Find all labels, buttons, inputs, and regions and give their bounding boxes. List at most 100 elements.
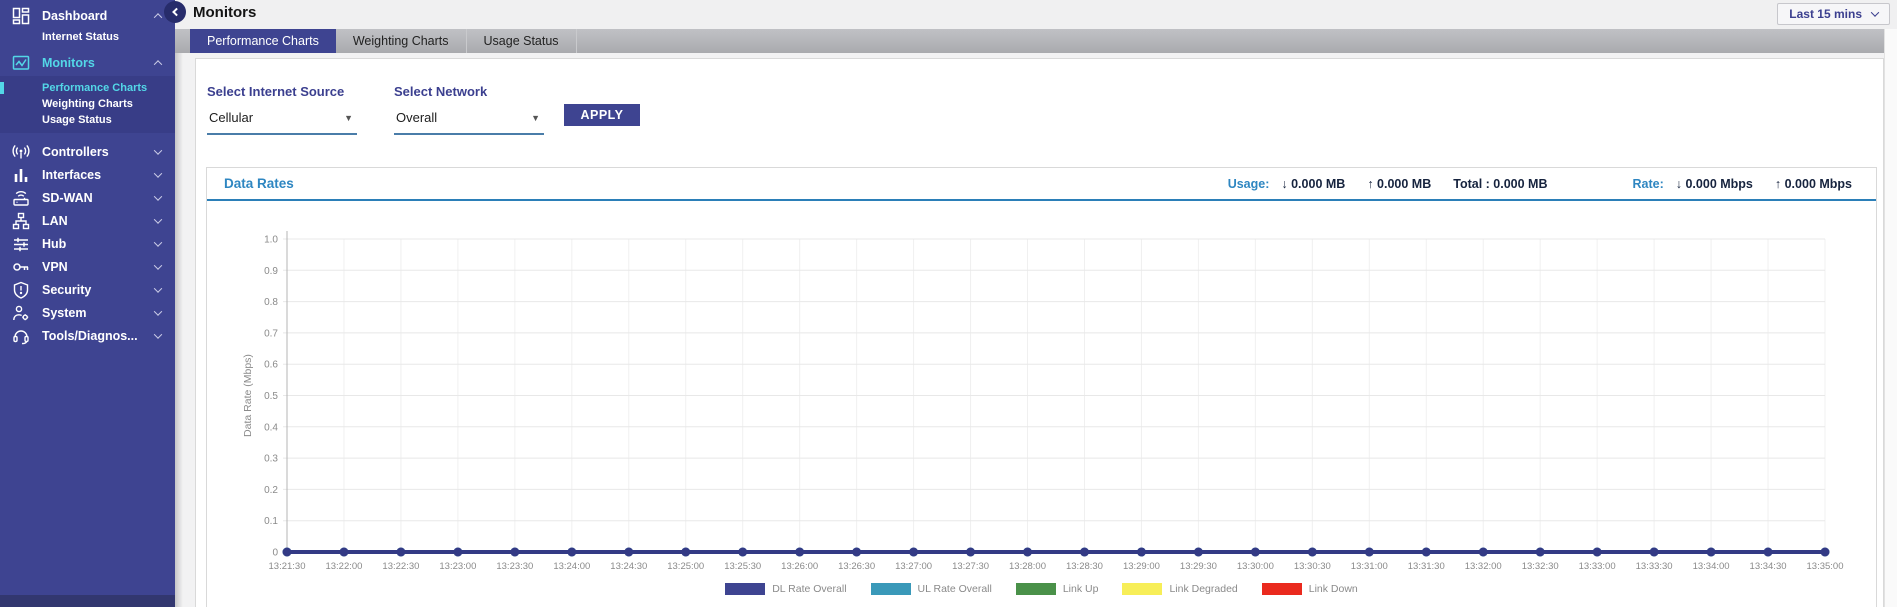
svg-text:0.5: 0.5 (264, 391, 278, 402)
vertical-scrollbar[interactable] (1884, 29, 1897, 607)
svg-text:Data Rate (Mbps): Data Rate (Mbps) (242, 354, 254, 437)
internet-source-group: Select Internet Source Cellular ▼ (207, 84, 357, 135)
sidebar-item-label: VPN (42, 260, 68, 274)
sidebar-item-system[interactable]: System (0, 301, 175, 324)
performance-charts-panel: Select Internet Source Cellular ▼ Select… (195, 58, 1884, 607)
svg-text:13:26:00: 13:26:00 (781, 561, 818, 572)
sidebar-item-label: Interfaces (42, 168, 101, 182)
dashboard-icon (12, 7, 30, 25)
network-select[interactable]: Overall ▼ (394, 108, 544, 135)
sidebar-item-vpn[interactable]: VPN (0, 255, 175, 278)
svg-text:13:34:00: 13:34:00 (1693, 561, 1730, 572)
svg-text:13:31:30: 13:31:30 (1408, 561, 1445, 572)
dropdown-arrow-icon: ▼ (344, 113, 353, 123)
svg-text:13:28:30: 13:28:30 (1066, 561, 1103, 572)
apply-button[interactable]: APPLY (564, 104, 640, 126)
network-value: Overall (396, 110, 437, 125)
sidebar-item-security[interactable]: Security (0, 278, 175, 301)
svg-text:13:34:30: 13:34:30 (1750, 561, 1787, 572)
sidebar-item-performance-charts[interactable]: Performance Charts (0, 80, 175, 96)
svg-text:13:30:00: 13:30:00 (1237, 561, 1274, 572)
sidebar-item-monitors[interactable]: Monitors (0, 51, 175, 74)
sidebar-item-controllers[interactable]: Controllers (0, 140, 175, 163)
sidebar-subitem-label: Internet Status (42, 31, 119, 43)
data-rates-chart: 1.00.90.80.70.60.50.40.30.20.10Data Rate… (207, 201, 1876, 607)
sidebar-subitem-label: Usage Status (42, 114, 112, 126)
data-rates-title: Data Rates (207, 176, 294, 191)
internet-source-value: Cellular (209, 110, 253, 125)
svg-text:0.8: 0.8 (264, 297, 278, 308)
rate-upload-value: 0.000 Mbps (1785, 177, 1852, 191)
download-arrow-icon: ↓ (1281, 177, 1287, 191)
sidebar-item-interfaces[interactable]: Interfaces (0, 163, 175, 186)
sidebar-item-weighting-charts[interactable]: Weighting Charts (0, 96, 175, 112)
legend-label: UL Rate Overall (918, 583, 992, 595)
legend-label: Link Up (1063, 583, 1099, 595)
sidebar-footer (0, 595, 175, 607)
svg-text:0.9: 0.9 (264, 266, 278, 277)
chevron-down-icon (154, 146, 162, 154)
sidebar-item-internet-status[interactable]: Internet Status (0, 29, 175, 45)
sidebar-item-sdwan[interactable]: SD-WAN (0, 186, 175, 209)
internet-source-label: Select Internet Source (207, 84, 357, 99)
legend-item: Link Down (1262, 583, 1358, 595)
sidebar-item-tools-diagnostics[interactable]: Tools/Diagnos... (0, 324, 175, 347)
internet-source-select[interactable]: Cellular ▼ (207, 108, 357, 135)
svg-text:0.4: 0.4 (264, 422, 278, 433)
svg-text:13:29:30: 13:29:30 (1180, 561, 1217, 572)
sidebar-item-usage-status[interactable]: Usage Status (0, 112, 175, 128)
upload-arrow-icon: ↑ (1367, 177, 1373, 191)
time-range-dropdown[interactable]: Last 15 mins (1777, 3, 1890, 25)
headset-icon (12, 327, 30, 345)
sidebar-item-hub[interactable]: Hub (0, 232, 175, 255)
svg-text:13:22:30: 13:22:30 (382, 561, 419, 572)
usage-rate-stats: Usage: ↓ 0.000 MB ↑ 0.000 MB Total : 0.0… (1228, 177, 1876, 191)
sidebar-collapse-button[interactable] (164, 1, 186, 23)
legend-swatch (1016, 583, 1056, 595)
legend-swatch (1122, 583, 1162, 595)
svg-text:13:24:00: 13:24:00 (553, 561, 590, 572)
sidebar-item-label: Dashboard (42, 9, 107, 23)
sidebar-item-label: Monitors (42, 56, 95, 70)
chevron-up-icon (154, 60, 162, 68)
sidebar: Dashboard Internet Status Monitors Perfo… (0, 0, 175, 607)
upload-arrow-icon: ↑ (1775, 177, 1781, 191)
sidebar-item-label: Hub (42, 237, 66, 251)
chevron-down-icon (154, 238, 162, 246)
rate-download: ↓ 0.000 Mbps (1676, 177, 1753, 191)
dropdown-arrow-icon: ▼ (531, 113, 540, 123)
svg-text:13:22:00: 13:22:00 (325, 561, 362, 572)
sidebar-item-label: System (42, 306, 86, 320)
network-group: Select Network Overall ▼ (394, 84, 544, 135)
rate-upload: ↑ 0.000 Mbps (1775, 177, 1852, 191)
chevron-down-icon (154, 307, 162, 315)
sidebar-item-dashboard[interactable]: Dashboard (0, 4, 175, 27)
sidebar-item-label: Tools/Diagnos... (42, 329, 138, 343)
svg-text:13:25:00: 13:25:00 (667, 561, 704, 572)
tab-usage-status[interactable]: Usage Status (467, 29, 577, 53)
svg-text:13:25:30: 13:25:30 (724, 561, 761, 572)
main-content: Select Internet Source Cellular ▼ Select… (175, 53, 1884, 607)
svg-text:13:33:00: 13:33:00 (1579, 561, 1616, 572)
sidebar-item-lan[interactable]: LAN (0, 209, 175, 232)
svg-text:13:32:30: 13:32:30 (1522, 561, 1559, 572)
key-icon (12, 258, 30, 276)
usage-upload-value: 0.000 MB (1377, 177, 1431, 191)
svg-text:13:27:00: 13:27:00 (895, 561, 932, 572)
usage-upload: ↑ 0.000 MB (1367, 177, 1431, 191)
legend-swatch (871, 583, 911, 595)
tab-weighting-charts[interactable]: Weighting Charts (336, 29, 467, 53)
chart-legend: DL Rate Overall UL Rate Overall Link Up Lin… (207, 583, 1876, 595)
chevron-down-icon (154, 261, 162, 269)
tab-performance-charts[interactable]: Performance Charts (190, 29, 336, 53)
svg-text:13:27:30: 13:27:30 (952, 561, 989, 572)
tab-bar: Performance Charts Weighting Charts Usag… (175, 29, 1884, 53)
rate-label: Rate: (1632, 177, 1663, 191)
data-rates-header: Data Rates Usage: ↓ 0.000 MB ↑ 0.000 MB … (207, 168, 1876, 201)
rate-download-value: 0.000 Mbps (1685, 177, 1752, 191)
chart-plot: 1.00.90.80.70.60.50.40.30.20.10Data Rate… (207, 201, 1878, 607)
legend-item: DL Rate Overall (725, 583, 846, 595)
svg-text:13:30:30: 13:30:30 (1294, 561, 1331, 572)
svg-text:13:23:30: 13:23:30 (496, 561, 533, 572)
svg-text:13:28:00: 13:28:00 (1009, 561, 1046, 572)
